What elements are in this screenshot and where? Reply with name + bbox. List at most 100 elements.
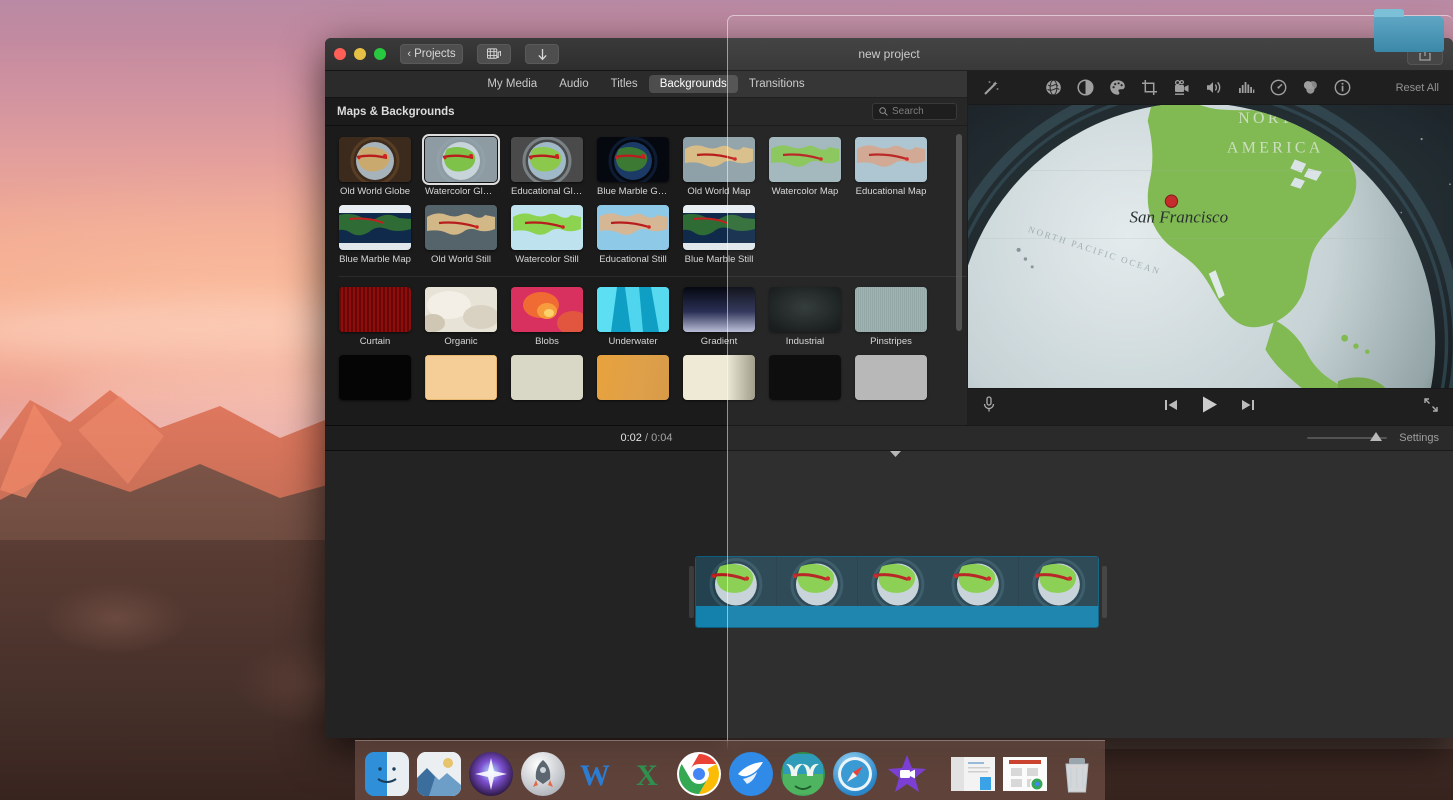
background-item-bg-gray[interactable] <box>855 355 941 404</box>
dock-item-launchpad[interactable] <box>519 750 567 798</box>
background-thumbnail[interactable] <box>597 355 669 400</box>
imovie-titlebar[interactable]: ‹ Projects new project <box>325 38 1453 71</box>
background-thumbnail[interactable] <box>339 205 411 250</box>
background-thumbnail[interactable] <box>511 205 583 250</box>
background-item-bg-cream[interactable] <box>683 355 769 404</box>
enhance-magic-wand-icon[interactable] <box>982 79 1000 97</box>
media-browser-pane[interactable]: My Media Audio Titles Backgrounds Transi… <box>325 71 968 425</box>
color-balance-icon[interactable] <box>1077 79 1094 96</box>
stabilization-camera-icon[interactable] <box>1173 79 1190 96</box>
play-fullscreen-button[interactable] <box>1423 397 1439 418</box>
background-item-map-bluemarble[interactable]: Blue Marble Map <box>339 205 425 265</box>
viewer-pane[interactable]: Reset All NORTH AMERICA NORTH PACIFIC OC… <box>968 71 1453 425</box>
background-thumbnail[interactable] <box>855 355 927 400</box>
backgrounds-grid[interactable]: Old World Globe Watercolor Globe Educati… <box>325 126 967 412</box>
tab-my-media[interactable]: My Media <box>476 75 548 93</box>
skip-to-beginning-button[interactable] <box>1164 398 1178 417</box>
dock-item-microsoft-excel[interactable]: X <box>623 750 671 798</box>
dock-item-trash[interactable] <box>1053 750 1101 798</box>
background-thumbnail[interactable] <box>511 355 583 400</box>
preview-viewer[interactable]: NORTH AMERICA NORTH PACIFIC OCEAN San Fr… <box>968 105 1453 388</box>
timeline-toolbar[interactable]: 0:02 / 0:04 Settings <box>325 425 1453 451</box>
globe-white-balance-icon[interactable] <box>1045 79 1062 96</box>
background-item-bg-gold[interactable] <box>597 355 683 404</box>
info-icon[interactable] <box>1334 79 1351 96</box>
tab-titles[interactable]: Titles <box>600 75 649 93</box>
background-item-globe-watercolor[interactable]: Watercolor Globe <box>422 134 511 197</box>
dock-item-imovie[interactable] <box>883 750 931 798</box>
background-item-still-educational[interactable]: Educational Still <box>597 205 683 265</box>
background-thumbnail[interactable] <box>683 205 755 250</box>
tab-audio[interactable]: Audio <box>548 75 599 93</box>
timeline-settings-button[interactable]: Settings <box>1399 432 1439 444</box>
imovie-window[interactable]: ‹ Projects new project My Media Audio Ti… <box>325 38 1453 738</box>
background-item-bg-industrial[interactable]: Industrial <box>769 287 855 347</box>
player-controls[interactable] <box>968 388 1453 425</box>
background-thumbnail[interactable] <box>683 287 755 332</box>
background-thumbnail[interactable] <box>339 355 411 400</box>
browser-tabs[interactable]: My Media Audio Titles Backgrounds Transi… <box>325 71 967 98</box>
background-item-globe-educational[interactable]: Educational Globe <box>511 137 597 197</box>
background-item-globe-oldworld[interactable]: Old World Globe <box>339 137 425 197</box>
background-item-map-watercolor[interactable]: Watercolor Map <box>769 137 855 197</box>
dock-item-photos[interactable] <box>415 750 463 798</box>
play-button[interactable] <box>1200 395 1219 419</box>
record-voiceover-button[interactable] <box>982 396 996 418</box>
background-thumbnail[interactable] <box>425 205 497 250</box>
zoom-button[interactable] <box>374 48 386 60</box>
background-thumbnail[interactable] <box>422 134 500 185</box>
background-item-bg-curtain[interactable]: Curtain <box>339 287 425 347</box>
background-item-still-watercolor[interactable]: Watercolor Still <box>511 205 597 265</box>
background-item-still-oldworld[interactable]: Old World Still <box>425 205 511 265</box>
background-item-still-bluemarble[interactable]: Blue Marble Still <box>683 205 769 265</box>
dock-item-finder[interactable] <box>363 750 411 798</box>
dock-item-siri[interactable] <box>467 750 515 798</box>
background-thumbnail[interactable] <box>597 205 669 250</box>
tab-backgrounds[interactable]: Backgrounds <box>648 75 738 93</box>
dock-item-palm-app[interactable] <box>779 750 827 798</box>
background-item-bg-gradient[interactable]: Gradient <box>683 287 769 347</box>
clip-audio-waveform[interactable] <box>696 606 1098 627</box>
background-item-bg-blobs[interactable]: Blobs <box>511 287 597 347</box>
back-to-projects-button[interactable]: ‹ Projects <box>400 44 463 64</box>
reset-all-button[interactable]: Reset All <box>1396 82 1439 94</box>
background-item-map-oldworld[interactable]: Old World Map <box>683 137 769 197</box>
background-thumbnail[interactable] <box>855 137 927 182</box>
search-input[interactable]: Search <box>872 103 957 120</box>
adjustments-toolbar[interactable]: Reset All <box>968 71 1453 105</box>
speed-icon[interactable] <box>1270 79 1287 96</box>
background-thumbnail[interactable] <box>597 287 669 332</box>
dock-item-microsoft-word[interactable]: W <box>571 750 619 798</box>
background-thumbnail[interactable] <box>683 137 755 182</box>
clip-trim-handle-left[interactable] <box>689 566 694 618</box>
background-item-bg-linen[interactable] <box>511 355 597 404</box>
timeline-clip[interactable] <box>695 556 1099 628</box>
background-item-bg-pinstripes[interactable]: Pinstripes <box>855 287 941 347</box>
adjustment-icon-row[interactable] <box>1000 79 1396 96</box>
background-item-bg-darkblack[interactable] <box>769 355 855 404</box>
background-thumbnail[interactable] <box>769 355 841 400</box>
browser-scrollbar[interactable] <box>956 134 962 331</box>
clip-trim-handle-right[interactable] <box>1102 566 1107 618</box>
macos-dock[interactable]: WX <box>355 740 1105 800</box>
dock-minimized-document-window[interactable] <box>949 750 997 798</box>
crop-icon[interactable] <box>1141 79 1158 96</box>
volume-icon[interactable] <box>1205 79 1223 96</box>
import-media-button[interactable] <box>525 44 559 64</box>
background-thumbnail[interactable] <box>769 287 841 332</box>
background-thumbnail[interactable] <box>769 137 841 182</box>
background-thumbnail[interactable] <box>597 137 669 182</box>
clip-filter-icon[interactable] <box>1302 79 1319 96</box>
traffic-lights[interactable] <box>334 48 386 60</box>
background-item-globe-bluemarble[interactable]: Blue Marble Globe <box>597 137 683 197</box>
close-button[interactable] <box>334 48 346 60</box>
background-thumbnail[interactable] <box>425 355 497 400</box>
media-music-button[interactable] <box>477 44 511 64</box>
background-thumbnail[interactable] <box>683 355 755 400</box>
tab-transitions[interactable]: Transitions <box>738 75 816 93</box>
background-thumbnail[interactable] <box>511 287 583 332</box>
background-thumbnail[interactable] <box>425 287 497 332</box>
timeline-zoom-handle[interactable] <box>1369 432 1382 441</box>
noise-reduction-equalizer-icon[interactable] <box>1238 79 1255 96</box>
browser-scroll-area[interactable]: Old World Globe Watercolor Globe Educati… <box>325 126 967 425</box>
